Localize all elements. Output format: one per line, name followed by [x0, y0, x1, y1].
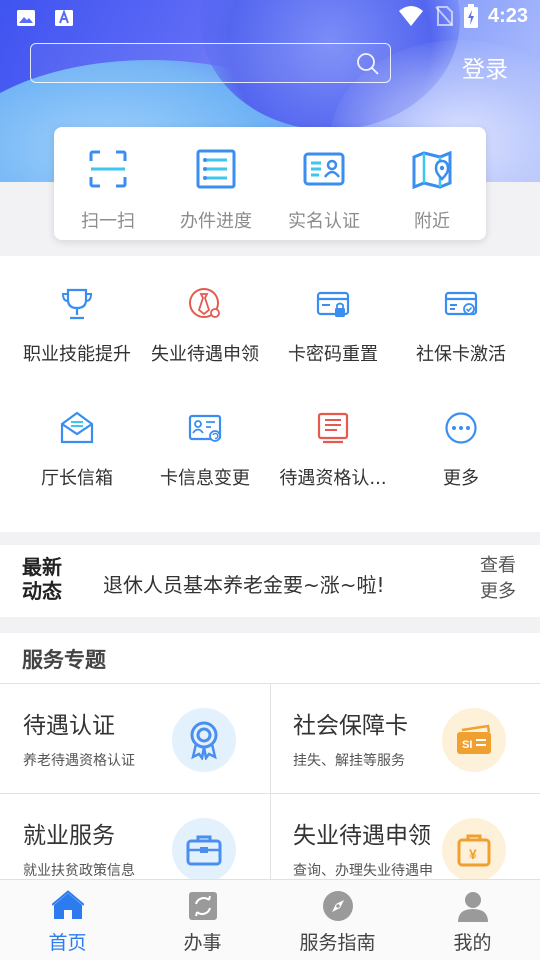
compass-icon: [322, 891, 353, 921]
login-button[interactable]: 登录: [462, 50, 508, 84]
home-icon: [51, 890, 84, 919]
document-list-icon: [317, 412, 349, 444]
grid-item-label: 待遇资格认...: [279, 468, 387, 489]
quick-action-progress[interactable]: 办件进度: [162, 127, 270, 240]
tab-service-guide[interactable]: 服务指南: [270, 880, 405, 960]
service-topics-section: 服务专题 待遇认证 养老待遇资格认证 社会保障卡 挂失、解挂等服务 SI 就业服…: [0, 633, 540, 883]
news-more-line2: 更多: [480, 581, 516, 602]
services-icon: [188, 892, 217, 920]
quick-action-nearby[interactable]: 附近: [378, 127, 486, 240]
grid-item-unemployment-claim[interactable]: 失业待遇申领: [141, 286, 269, 410]
briefcase-icon: [186, 835, 222, 866]
service-card-unemployment-claim[interactable]: 失业待遇申领 查询、办理失业待遇申 ¥: [270, 794, 540, 883]
trophy-icon: [61, 288, 93, 320]
section-title: 服务专题: [22, 648, 106, 672]
search-input[interactable]: [41, 50, 351, 76]
svg-text:SI: SI: [462, 739, 472, 751]
grid-item-card-pin-reset[interactable]: 卡密码重置: [269, 286, 397, 410]
grid-item-card-info-change[interactable]: 卡信息变更: [141, 410, 269, 534]
service-card-icon-bg: SI: [442, 708, 506, 772]
quick-action-label: 扫一扫: [81, 211, 135, 232]
grid-item-label: 更多: [443, 468, 479, 489]
grid-item-benefit-qualification[interactable]: 待遇资格认...: [269, 410, 397, 534]
search-icon[interactable]: [356, 52, 380, 76]
map-pin-icon: [412, 150, 452, 190]
quick-action-label: 办件进度: [180, 211, 252, 232]
tab-label: 我的: [453, 932, 492, 954]
grid-item-skill-upgrade[interactable]: 职业技能提升: [13, 286, 141, 410]
quick-action-label: 实名认证: [288, 211, 360, 232]
news-logo: 最新 动态: [22, 555, 72, 603]
grid-item-label: 厅长信箱: [41, 468, 113, 489]
grid-item-more[interactable]: 更多: [397, 410, 525, 534]
tie-icon: [189, 288, 220, 318]
service-card-subtitle: 挂失、解挂等服务: [293, 753, 405, 769]
progress-list-icon: [196, 149, 236, 189]
news-logo-line1: 最新: [22, 555, 62, 579]
service-card-title: 社会保障卡: [293, 713, 408, 739]
service-card-icon-bg: [172, 818, 236, 882]
no-sim-icon: [435, 6, 453, 26]
id-card-icon: [303, 152, 345, 186]
service-card-subtitle: 养老待遇资格认证: [23, 753, 135, 769]
quick-actions-card: 扫一扫 办件进度 实名认证 附近: [54, 127, 486, 240]
tab-home[interactable]: 首页: [0, 880, 135, 960]
news-headline[interactable]: 退休人员基本养老金要~涨~啦!: [103, 569, 385, 598]
grid-item-director-mailbox[interactable]: 厅长信箱: [13, 410, 141, 534]
gallery-notification-icon: [17, 10, 35, 26]
card-check-icon: [444, 291, 478, 316]
service-card-title: 失业待遇申领: [293, 823, 431, 849]
quick-action-label: 附近: [414, 211, 450, 232]
clock: 4:23: [487, 4, 528, 27]
service-grid-section: 职业技能提升 失业待遇申领 卡密码重置 社保卡激活 厅长信箱 卡信息变更 待遇资…: [0, 256, 540, 532]
service-card-icon-bg: ¥: [442, 818, 506, 882]
service-grid: 职业技能提升 失业待遇申领 卡密码重置 社保卡激活 厅长信箱 卡信息变更 待遇资…: [13, 256, 540, 534]
card-refresh-icon: [188, 414, 222, 442]
tab-label: 首页: [48, 932, 87, 954]
service-card-employment[interactable]: 就业服务 就业扶贫政策信息: [0, 794, 270, 883]
wifi-icon: [398, 6, 423, 26]
scan-icon: [89, 150, 127, 188]
grid-item-label: 卡信息变更: [160, 468, 250, 489]
service-card-subtitle: 查询、办理失业待遇申: [293, 863, 433, 879]
bottom-tab-bar: 首页 办事 服务指南 我的: [0, 879, 540, 960]
quick-action-real-name[interactable]: 实名认证: [270, 127, 378, 240]
tab-label: 服务指南: [299, 932, 376, 954]
grid-item-label: 卡密码重置: [288, 344, 378, 365]
status-bar: 4:23: [0, 0, 540, 36]
service-card-icon-bg: [172, 708, 236, 772]
service-card-benefit-certification[interactable]: 待遇认证 养老待遇资格认证: [0, 684, 270, 793]
card-lock-icon: [316, 291, 350, 317]
svg-text:¥: ¥: [469, 846, 477, 862]
grid-item-card-activation[interactable]: 社保卡激活: [397, 286, 525, 410]
grid-item-label: 职业技能提升: [23, 344, 131, 365]
battery-charging-icon: [463, 4, 478, 28]
tab-services[interactable]: 办事: [135, 880, 270, 960]
search-box[interactable]: [30, 43, 391, 83]
mail-icon: [60, 411, 94, 444]
grid-item-label: 社保卡激活: [416, 344, 506, 365]
user-icon: [457, 892, 488, 922]
service-card-title: 待遇认证: [23, 713, 115, 739]
service-card-title: 就业服务: [23, 823, 115, 849]
news-more-line1: 查看: [480, 555, 516, 576]
tab-mine[interactable]: 我的: [405, 880, 540, 960]
news-banner: 最新 动态 退休人员基本养老金要~涨~啦! 查看 更多: [0, 545, 540, 617]
news-more-link[interactable]: 查看 更多: [480, 553, 520, 605]
grid-item-label: 失业待遇申领: [151, 344, 259, 365]
quick-action-scan[interactable]: 扫一扫: [54, 127, 162, 240]
si-card-icon: SI: [457, 724, 491, 754]
service-card-social-security-card[interactable]: 社会保障卡 挂失、解挂等服务 SI: [270, 684, 540, 793]
award-ribbon-icon: [190, 721, 218, 760]
yuan-bag-icon: ¥: [457, 834, 491, 867]
service-card-subtitle: 就业扶贫政策信息: [23, 863, 135, 879]
news-logo-line2: 动态: [22, 579, 62, 603]
font-notification-icon: [55, 9, 73, 26]
tab-label: 办事: [183, 932, 222, 954]
more-icon: [445, 412, 477, 444]
